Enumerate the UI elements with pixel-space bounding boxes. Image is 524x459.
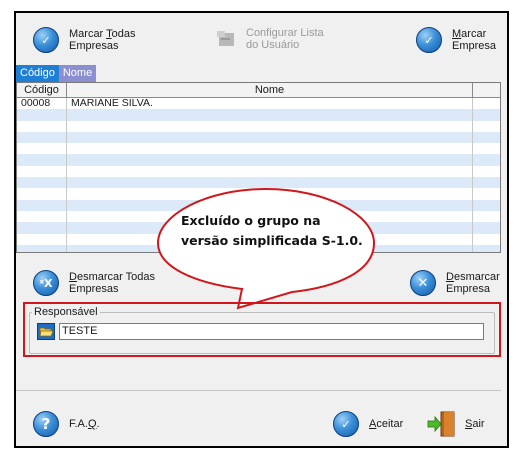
table-row[interactable] (17, 165, 500, 178)
mark-company-button[interactable]: ✓ Marcar Empresa (416, 27, 496, 53)
cell-codigo (17, 233, 67, 245)
table-row[interactable] (17, 154, 500, 166)
unmark-all-companies-button[interactable]: ˣX Desmarcar Todas Empresas (33, 270, 155, 296)
cell-codigo (17, 109, 67, 121)
unmark-company-button[interactable]: ✕ Desmarcar Empresa (410, 270, 500, 296)
accept-button[interactable]: ✓ Aceitar (333, 411, 403, 437)
configure-user-list-button[interactable]: Configurar Lista do Usuário (216, 27, 324, 51)
responsible-highlight: Responsável TESTE (23, 302, 501, 357)
cell-nome (67, 109, 473, 121)
cell-codigo (17, 188, 67, 200)
faq-button[interactable]: ? F.A.Q. (33, 411, 100, 437)
callout-bubble: Excluído o grupo na versão simplificada … (156, 187, 376, 310)
responsible-label: Responsável (32, 306, 100, 318)
cell-codigo (17, 120, 67, 132)
folder-open-icon[interactable] (37, 323, 55, 340)
exit-door-icon (427, 411, 455, 437)
column-header-codigo[interactable]: Código (17, 83, 67, 97)
cell-nome (67, 154, 473, 166)
cell-nome (67, 165, 473, 178)
cell-codigo: 00008 (17, 97, 67, 110)
table-row[interactable] (17, 143, 500, 155)
cell-codigo (17, 244, 67, 252)
tab-codigo[interactable]: Código (16, 65, 59, 82)
column-header-nome[interactable]: Nome (67, 83, 473, 97)
table-row[interactable] (17, 109, 500, 121)
table-row[interactable] (17, 120, 500, 132)
cell-codigo (17, 222, 67, 234)
exit-button[interactable]: Sair (427, 409, 485, 439)
cell-codigo (17, 131, 67, 144)
help-icon: ? (33, 411, 59, 437)
cell-codigo (17, 199, 67, 211)
cell-codigo (17, 143, 67, 155)
table-header: Código Nome (17, 83, 500, 98)
table-row[interactable] (17, 131, 500, 144)
cell-nome: MARIANE SILVA. (67, 97, 473, 110)
gear-grid-icon (217, 31, 234, 46)
mark-all-companies-button[interactable]: ✓ Marcar Todas Empresas (33, 27, 135, 53)
check-icon: ✓ (333, 411, 359, 437)
table-row[interactable]: 00008 MARIANE SILVA. (17, 97, 500, 110)
callout-line-1: Excluído o grupo na (181, 213, 321, 228)
cell-nome (67, 143, 473, 155)
cell-codigo (17, 154, 67, 166)
cell-codigo (17, 210, 67, 223)
callout-line-2: versão simplificada S-1.0. (181, 233, 363, 248)
cell-nome (67, 120, 473, 132)
check-icon: ✓ (416, 27, 442, 53)
unmark-all-icon: ˣX (33, 270, 59, 296)
cell-codigo (17, 177, 67, 189)
responsible-input[interactable]: TESTE (59, 323, 484, 340)
cell-nome (67, 131, 473, 144)
close-icon: ✕ (410, 270, 436, 296)
tab-nome[interactable]: Nome (58, 65, 97, 82)
footer-divider (16, 390, 501, 391)
cell-codigo (17, 165, 67, 178)
sort-tabs: Código Nome (16, 65, 97, 82)
check-icon: ✓ (33, 27, 59, 53)
